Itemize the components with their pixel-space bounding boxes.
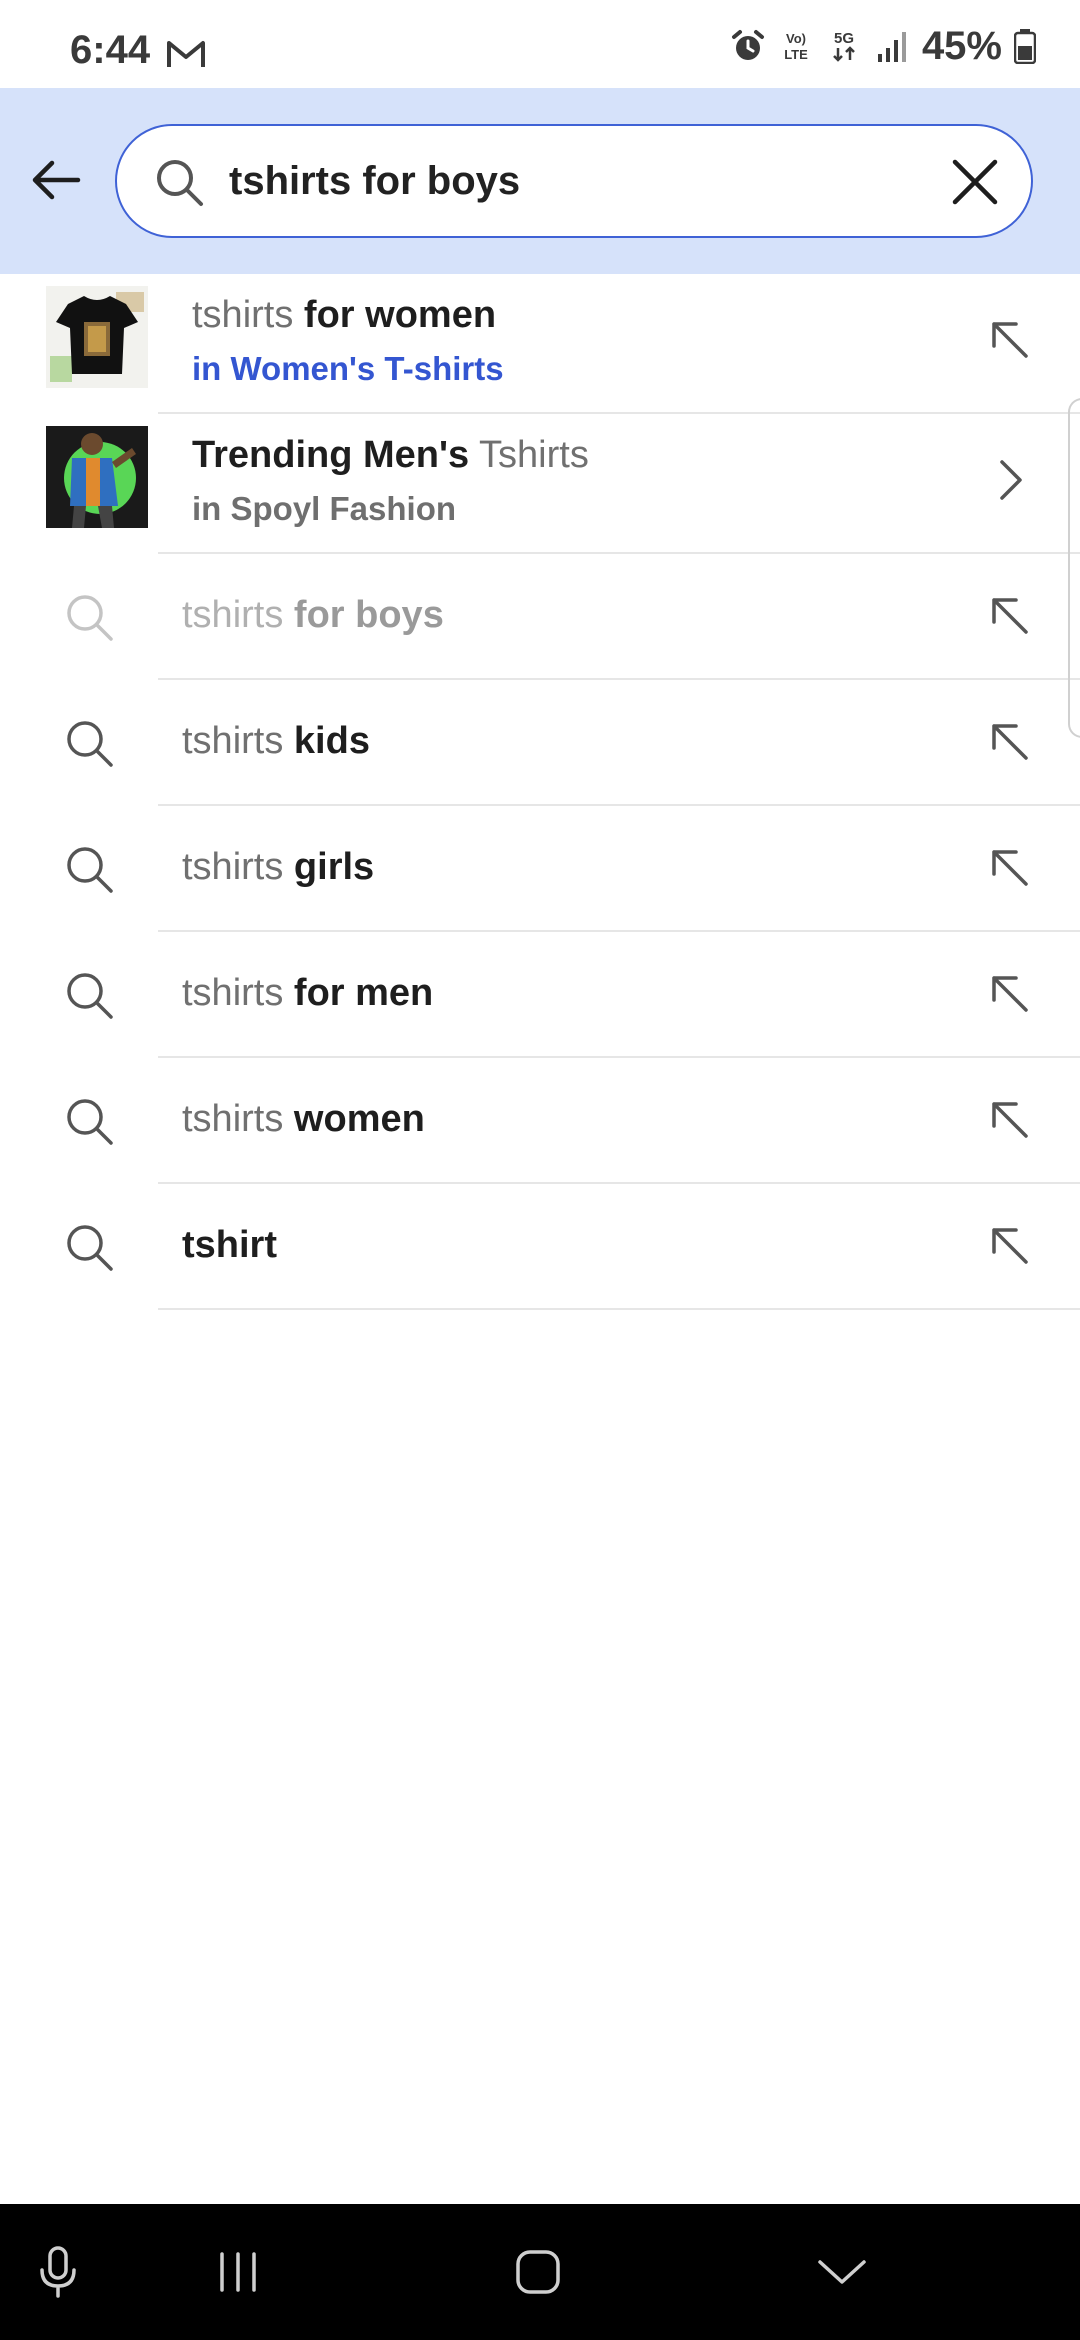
search-icon bbox=[157, 160, 203, 206]
arrow-up-left-icon[interactable] bbox=[986, 718, 1034, 766]
battery-icon bbox=[1014, 29, 1036, 64]
status-bar: 6:44 Vo) LTE 5G 45% bbox=[0, 0, 1080, 88]
chevron-right-icon[interactable] bbox=[986, 456, 1034, 504]
category-title: Trending Men's Tshirts bbox=[192, 434, 589, 476]
microphone-icon[interactable] bbox=[28, 2242, 88, 2302]
product-thumbnail bbox=[46, 426, 148, 528]
search-icon bbox=[67, 973, 113, 1019]
query-suggestion-row[interactable]: tshirts for men bbox=[0, 932, 1080, 1058]
gmail-icon bbox=[167, 41, 205, 67]
query-suggestion-text: tshirt bbox=[182, 1224, 277, 1266]
search-icon bbox=[67, 721, 113, 767]
search-icon bbox=[67, 847, 113, 893]
volte-icon: Vo) LTE bbox=[784, 31, 808, 62]
search-input[interactable] bbox=[229, 150, 929, 212]
divider bbox=[158, 1308, 1080, 1310]
query-suggestion-text: tshirts women bbox=[182, 1098, 425, 1140]
arrow-up-left-icon[interactable] bbox=[986, 1096, 1034, 1144]
search-icon bbox=[67, 595, 113, 641]
system-nav-bar bbox=[0, 2204, 1080, 2340]
suggestion-list: tshirts for women in Women's T-shirts Tr… bbox=[0, 274, 1080, 1310]
arrow-up-left-icon[interactable] bbox=[986, 592, 1034, 640]
category-suggestion-women-tshirts[interactable]: tshirts for women in Women's T-shirts bbox=[0, 274, 1080, 414]
status-icons: Vo) LTE 5G 45% bbox=[730, 23, 1036, 68]
recent-apps-icon[interactable] bbox=[208, 2242, 268, 2302]
category-title: tshirts for women bbox=[192, 294, 497, 336]
network-5g-icon: 5G bbox=[833, 30, 855, 62]
svg-text:LTE: LTE bbox=[784, 47, 808, 62]
search-box[interactable] bbox=[115, 124, 1033, 238]
category-subtitle: in Women's T-shirts bbox=[192, 350, 504, 387]
query-suggestion-text: tshirts kids bbox=[182, 720, 370, 762]
search-icon bbox=[67, 1225, 113, 1271]
category-suggestion-trending-mens-tshirts[interactable]: Trending Men's Tshirts in Spoyl Fashion bbox=[0, 414, 1080, 554]
arrow-up-left-icon[interactable] bbox=[986, 1222, 1034, 1270]
query-suggestion-text: tshirts for boys bbox=[182, 594, 444, 636]
query-suggestion-row[interactable]: tshirts kids bbox=[0, 680, 1080, 806]
arrow-up-left-icon[interactable] bbox=[986, 970, 1034, 1018]
search-header bbox=[0, 88, 1080, 274]
arrow-up-left-icon[interactable] bbox=[986, 316, 1034, 364]
query-suggestion-row[interactable]: tshirts girls bbox=[0, 806, 1080, 932]
close-icon[interactable] bbox=[949, 156, 1001, 208]
category-subtitle: in Spoyl Fashion bbox=[192, 490, 457, 527]
search-icon bbox=[67, 1099, 113, 1145]
arrow-up-left-icon[interactable] bbox=[986, 844, 1034, 892]
query-suggestion-row[interactable]: tshirts for boys bbox=[0, 554, 1080, 680]
query-suggestion-text: tshirts girls bbox=[182, 846, 375, 888]
signal-icon bbox=[877, 32, 906, 62]
svg-text:Vo): Vo) bbox=[786, 31, 806, 46]
query-suggestion-text: tshirts for men bbox=[182, 972, 434, 1014]
battery-percent: 45% bbox=[921, 23, 1002, 68]
product-thumbnail bbox=[46, 286, 148, 388]
query-suggestion-row[interactable]: tshirts women bbox=[0, 1058, 1080, 1184]
scroll-handle[interactable] bbox=[1068, 398, 1080, 738]
svg-text:5G: 5G bbox=[834, 30, 854, 47]
alarm-icon bbox=[731, 30, 764, 60]
home-icon[interactable] bbox=[508, 2242, 568, 2302]
query-suggestion-row[interactable]: tshirt bbox=[0, 1184, 1080, 1310]
back-arrow-icon[interactable] bbox=[26, 150, 86, 210]
chevron-down-icon[interactable] bbox=[812, 2242, 872, 2302]
status-time: 6:44 bbox=[70, 28, 151, 72]
